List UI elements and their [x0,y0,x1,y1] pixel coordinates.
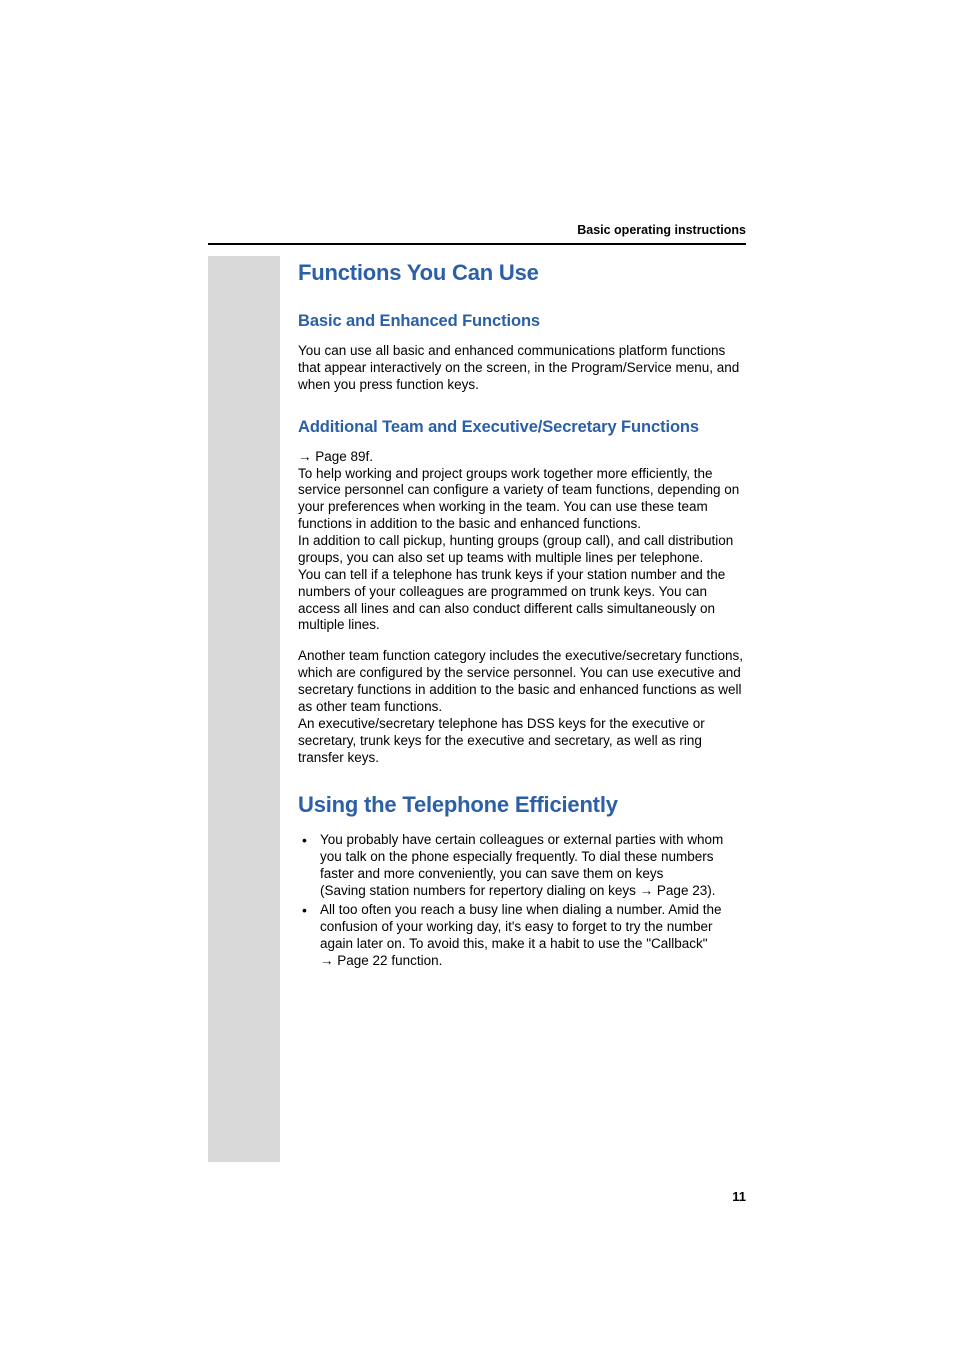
paragraph: You can tell if a telephone has trunk ke… [298,567,748,635]
header-rule [208,243,746,245]
arrow-icon: → [320,953,334,968]
paragraph: To help working and project groups work … [298,466,748,534]
subheading-basic-enhanced: Basic and Enhanced Functions [298,312,748,331]
list-item: You probably have certain colleagues or … [298,832,748,900]
arrow-icon: → [640,883,654,898]
page-ref-text: Page 22 [337,953,387,968]
bulleted-list: You probably have certain colleagues or … [298,832,748,969]
heading-using-telephone-efficiently: Using the Telephone Efficiently [298,792,748,818]
page-ref-text: Page 23 [657,883,707,898]
page-reference: → Page 22 [320,953,388,968]
list-item: All too often you reach a busy line when… [298,902,748,970]
subheading-team-exec: Additional Team and Executive/Secretary … [298,418,748,437]
page: Basic operating instructions Functions Y… [0,0,954,1351]
page-reference: → Page 23 [640,883,708,898]
list-text: function. [388,953,443,968]
page-ref-text: Page 89f. [315,449,373,464]
paragraph: In addition to call pickup, hunting grou… [298,533,748,567]
paragraph: You can use all basic and enhanced commu… [298,343,748,394]
paragraph: An executive/secretary telephone has DSS… [298,716,748,767]
list-text: ). [707,883,715,898]
section-team-exec: Additional Team and Executive/Secretary … [298,418,748,767]
section-basic-enhanced: Basic and Enhanced Functions You can use… [298,312,748,394]
left-sidebar-shade [208,256,280,1162]
paragraph: Another team function category includes … [298,648,748,716]
running-head: Basic operating instructions [208,223,746,237]
list-text: You probably have certain colleagues or … [320,832,723,881]
content-column: Functions You Can Use Basic and Enhanced… [298,260,748,971]
page-reference: → Page 89f. [298,449,748,466]
page-header: Basic operating instructions [208,223,746,245]
heading-functions-you-can-use: Functions You Can Use [298,260,748,286]
page-number: 11 [732,1189,746,1204]
list-text: (Saving station numbers for repertory di… [320,883,640,898]
list-text: All too often you reach a busy line when… [320,902,722,951]
arrow-icon: → [298,449,312,464]
